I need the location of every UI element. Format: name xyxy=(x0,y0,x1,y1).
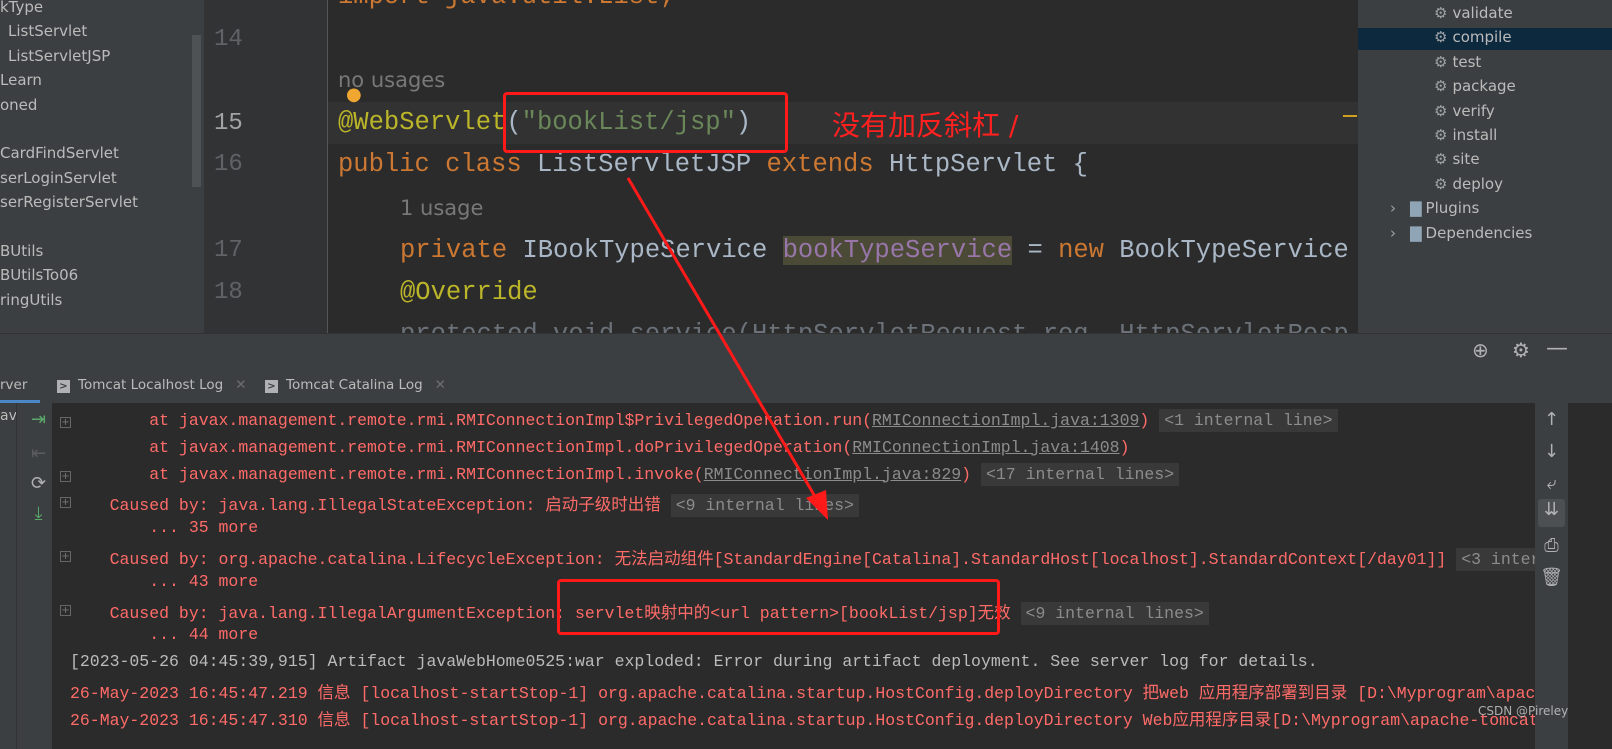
watermark: CSDN @Pireley xyxy=(1478,704,1569,718)
annotation-arrow xyxy=(626,177,828,520)
